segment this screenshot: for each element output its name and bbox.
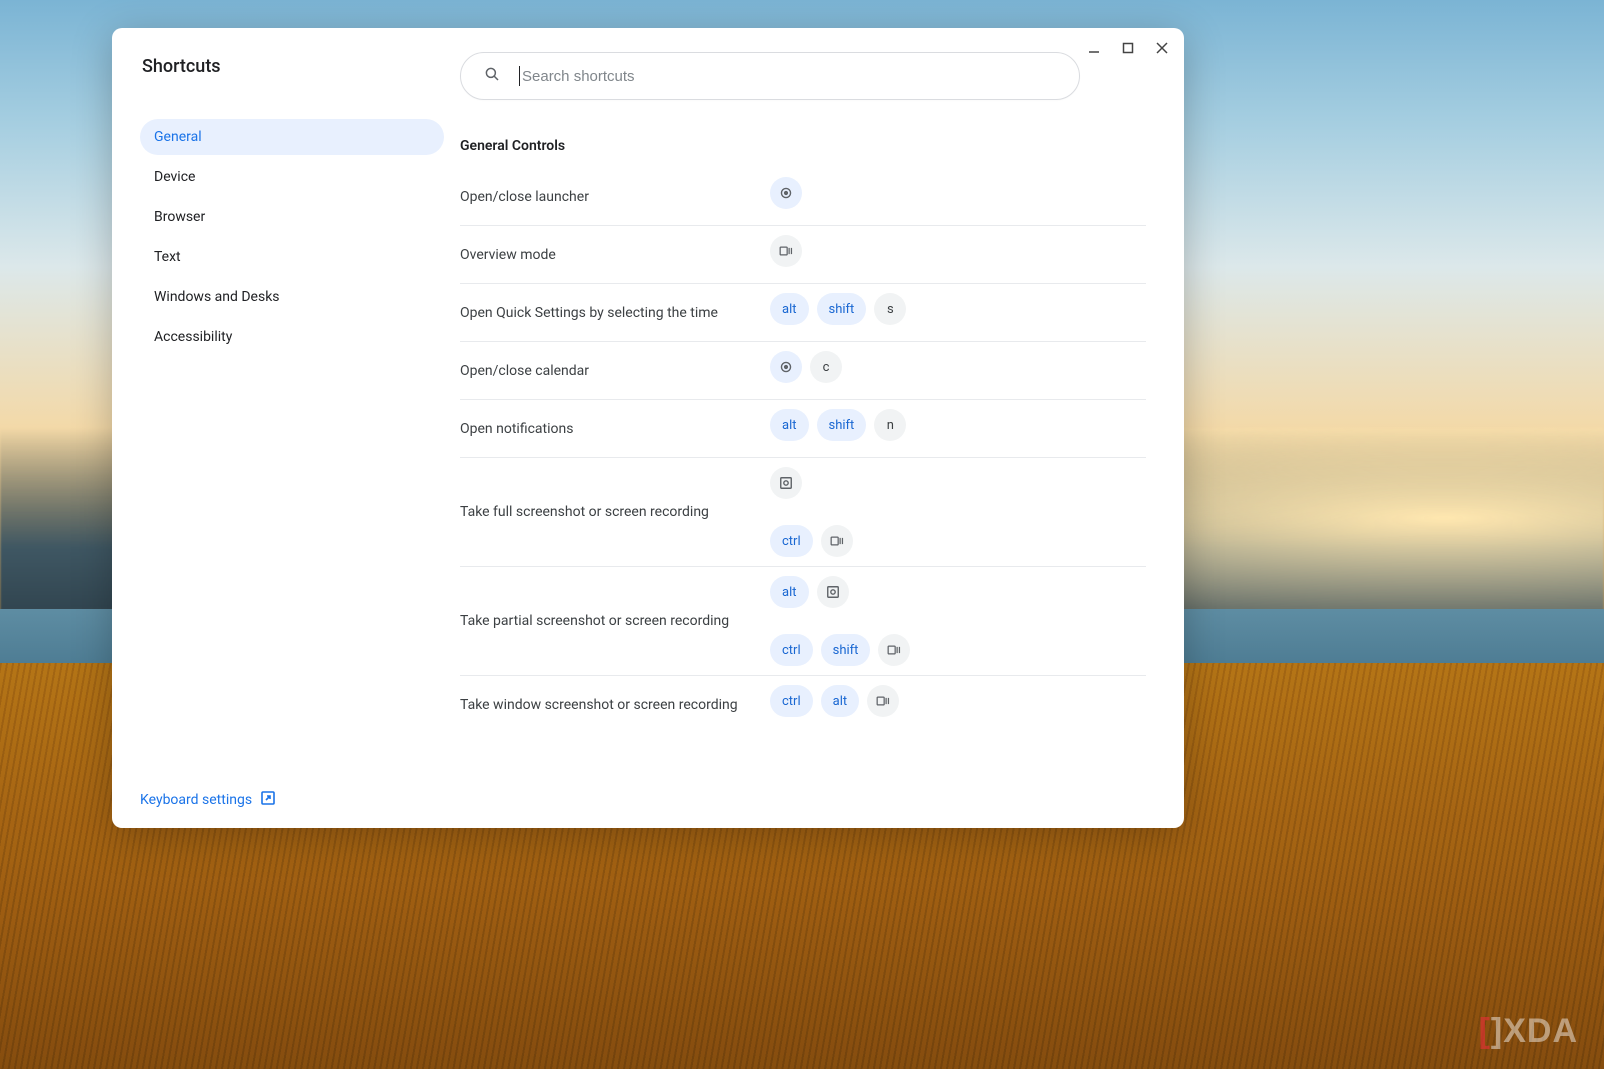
key-combo: ctrlshift xyxy=(770,634,1146,666)
sidebar-item-browser[interactable]: Browser xyxy=(140,199,444,235)
shortcut-label: Open/close launcher xyxy=(460,189,770,205)
app-title: Shortcuts xyxy=(142,56,444,77)
sidebar-item-general[interactable]: General xyxy=(140,119,444,155)
key-alt: alt xyxy=(821,685,860,717)
keyboard-settings-label: Keyboard settings xyxy=(140,792,252,808)
key-combo: altshifts xyxy=(770,293,1146,325)
key-s: s xyxy=(874,293,906,325)
key-combo: altshiftn xyxy=(770,409,1146,441)
overview-key-icon xyxy=(821,525,853,557)
shortcuts-list: Open/close launcher Overview mode Open Qui… xyxy=(460,168,1146,734)
open-external-icon xyxy=(260,790,276,810)
shortcut-label: Open notifications xyxy=(460,421,770,437)
search-field[interactable] xyxy=(460,52,1080,100)
key-ctrl: ctrl xyxy=(770,685,813,717)
key-shift: shift xyxy=(817,409,867,441)
shortcut-label: Open Quick Settings by selecting the tim… xyxy=(460,305,770,321)
shortcut-label: Take partial screenshot or screen record… xyxy=(460,613,770,629)
key-alt: alt xyxy=(770,409,809,441)
shortcut-label: Take full screenshot or screen recording xyxy=(460,504,770,520)
main-content: General Controls Open/close launcher Over… xyxy=(456,28,1184,828)
shortcut-combos xyxy=(770,235,1146,267)
sidebar-item-accessibility[interactable]: Accessibility xyxy=(140,319,444,355)
shortcut-combos: c xyxy=(770,351,1146,383)
key-combo: ctrl xyxy=(770,525,1146,557)
shortcut-combos: altshifts xyxy=(770,293,1146,325)
shortcut-combos: ctrl xyxy=(770,467,1146,557)
key-combo: alt xyxy=(770,576,1146,608)
shortcut-row: Take partial screenshot or screen record… xyxy=(460,567,1146,676)
screenshot-key-icon xyxy=(770,467,802,499)
search-icon xyxy=(483,65,519,87)
key-ctrl: ctrl xyxy=(770,525,813,557)
section-title: General Controls xyxy=(460,138,1146,154)
key-alt: alt xyxy=(770,576,809,608)
text-caret xyxy=(519,66,520,86)
shortcut-combos xyxy=(770,177,1146,209)
shortcut-row: Open Quick Settings by selecting the tim… xyxy=(460,284,1146,342)
screenshot-key-icon xyxy=(817,576,849,608)
key-n: n xyxy=(874,409,906,441)
shortcut-label: Take window screenshot or screen recordi… xyxy=(460,697,770,713)
shortcut-label: Overview mode xyxy=(460,247,770,263)
key-combo xyxy=(770,235,1146,267)
key-combo xyxy=(770,467,1146,499)
window-controls xyxy=(1084,38,1172,58)
sidebar-item-device[interactable]: Device xyxy=(140,159,444,195)
shortcut-combos: altshiftn xyxy=(770,409,1146,441)
shortcut-row: Take window screenshot or screen recordi… xyxy=(460,676,1146,734)
maximize-button[interactable] xyxy=(1118,38,1138,58)
overview-key-icon xyxy=(770,235,802,267)
shortcut-combos: alt ctrlshift xyxy=(770,576,1146,666)
shortcut-combos: ctrlalt xyxy=(770,685,1146,717)
key-c: c xyxy=(810,351,842,383)
shortcut-label: Open/close calendar xyxy=(460,363,770,379)
shortcut-row: Take full screenshot or screen recording… xyxy=(460,458,1146,567)
shortcuts-window: Shortcuts General Device Browser Text Window… xyxy=(112,28,1184,828)
sidebar-item-text[interactable]: Text xyxy=(140,239,444,275)
shortcut-row: Open/close launcher xyxy=(460,168,1146,226)
key-alt: alt xyxy=(770,293,809,325)
minimize-button[interactable] xyxy=(1084,38,1104,58)
key-combo xyxy=(770,177,1146,209)
overview-key-icon xyxy=(878,634,910,666)
launcher-key-icon xyxy=(770,351,802,383)
key-shift: shift xyxy=(821,634,871,666)
sidebar-item-windows-and-desks[interactable]: Windows and Desks xyxy=(140,279,444,315)
sidebar: Shortcuts General Device Browser Text Window… xyxy=(112,28,456,828)
keyboard-settings-link[interactable]: Keyboard settings xyxy=(140,790,276,810)
key-ctrl: ctrl xyxy=(770,634,813,666)
close-button[interactable] xyxy=(1152,38,1172,58)
key-combo: ctrlalt xyxy=(770,685,1146,717)
shortcut-row: Overview mode xyxy=(460,226,1146,284)
launcher-key-icon xyxy=(770,177,802,209)
overview-key-icon xyxy=(867,685,899,717)
key-shift: shift xyxy=(817,293,867,325)
search-input[interactable] xyxy=(522,68,1069,85)
shortcut-row: Open notificationsaltshiftn xyxy=(460,400,1146,458)
sidebar-nav: General Device Browser Text Windows and Desk… xyxy=(140,119,444,355)
key-combo: c xyxy=(770,351,1146,383)
shortcut-row: Open/close calendar c xyxy=(460,342,1146,400)
